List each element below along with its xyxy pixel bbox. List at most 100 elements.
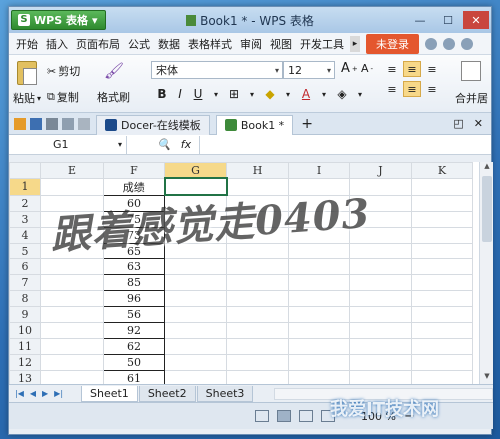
- grid-cell[interactable]: [288, 226, 350, 244]
- menu-insert[interactable]: 插入: [42, 36, 72, 52]
- row-header[interactable]: 6: [9, 258, 41, 276]
- maximize-button[interactable]: ☐: [435, 11, 461, 29]
- column-header[interactable]: E: [40, 162, 104, 179]
- horizontal-scrollbar[interactable]: [274, 387, 493, 400]
- grid-cell[interactable]: [164, 242, 227, 260]
- grid-cell[interactable]: [40, 290, 104, 308]
- grid-cell[interactable]: 75: [103, 210, 165, 228]
- page-layout-view-icon[interactable]: [299, 410, 313, 422]
- next-sheet-icon[interactable]: ▶: [42, 389, 48, 398]
- cut-button[interactable]: ✂ 剪切: [47, 63, 80, 79]
- grid-cell[interactable]: [288, 210, 350, 228]
- font-size-select[interactable]: 12 ▾: [283, 61, 335, 79]
- clear-format-icon[interactable]: ◈: [333, 85, 351, 103]
- grid-cell[interactable]: [411, 274, 473, 292]
- row-header[interactable]: 4: [9, 226, 41, 244]
- grid-cell[interactable]: [226, 210, 289, 228]
- menu-developer[interactable]: 开发工具: [296, 36, 348, 52]
- merge-center-button[interactable]: 合并居: [455, 90, 488, 106]
- reading-mode-icon[interactable]: [321, 410, 335, 422]
- column-header[interactable]: G: [164, 162, 227, 179]
- prev-sheet-icon[interactable]: ◀: [30, 389, 36, 398]
- format-painter-button[interactable]: 格式刷: [97, 89, 130, 105]
- sheet-tab-sheet2[interactable]: Sheet2: [138, 385, 196, 402]
- row-header[interactable]: 11: [9, 337, 41, 355]
- row-header[interactable]: 3: [9, 210, 41, 228]
- grid-cell[interactable]: [288, 290, 350, 308]
- row-header[interactable]: 7: [9, 274, 41, 292]
- grid-cell[interactable]: [40, 194, 104, 212]
- grid-cell[interactable]: 50: [103, 353, 165, 371]
- align-right-icon[interactable]: ≡: [423, 81, 441, 97]
- row-header[interactable]: 2: [9, 194, 41, 212]
- grid-cell[interactable]: [164, 306, 227, 324]
- formula-input[interactable]: [199, 135, 491, 154]
- save-icon[interactable]: [30, 117, 42, 130]
- grid-cell[interactable]: [40, 306, 104, 324]
- grid-cell[interactable]: [226, 306, 289, 324]
- first-sheet-icon[interactable]: |◀: [15, 389, 24, 398]
- grid-cell[interactable]: [164, 274, 227, 292]
- select-all-corner[interactable]: [9, 162, 41, 179]
- grid-cell[interactable]: [288, 242, 350, 260]
- grid-cell[interactable]: [40, 322, 104, 339]
- chevron-down-icon[interactable]: ▾: [279, 85, 297, 103]
- insert-function-button[interactable]: fx: [181, 138, 191, 151]
- grid-cell[interactable]: [288, 322, 350, 339]
- open-folder-icon[interactable]: [14, 117, 26, 130]
- sheet-tab-sheet1[interactable]: Sheet1: [81, 385, 138, 402]
- chevron-down-icon[interactable]: ▾: [315, 85, 333, 103]
- align-middle-icon[interactable]: ≡: [403, 61, 421, 77]
- grid-cell[interactable]: 63: [103, 258, 165, 276]
- grid-cell[interactable]: [411, 210, 473, 228]
- grid-cell[interactable]: [164, 353, 227, 371]
- grid-cell[interactable]: [288, 337, 350, 355]
- tab-list-icon[interactable]: ◰: [453, 117, 463, 130]
- grid-cell[interactable]: [164, 194, 227, 212]
- menu-home[interactable]: 开始: [12, 36, 42, 52]
- skin-icon[interactable]: [425, 37, 437, 50]
- grid-cell[interactable]: [164, 210, 227, 228]
- copy-button[interactable]: ⧉ 复制: [47, 89, 79, 105]
- scroll-up-icon[interactable]: ▲: [480, 162, 494, 174]
- menu-table-style[interactable]: 表格样式: [184, 36, 236, 52]
- close-all-icon[interactable]: ✕: [474, 117, 483, 130]
- grid-cell[interactable]: [349, 322, 412, 339]
- grid-cell[interactable]: 85: [103, 274, 165, 292]
- borders-icon[interactable]: ⊞: [225, 85, 243, 103]
- grid-cell[interactable]: [164, 369, 227, 384]
- underline-button[interactable]: U: [189, 85, 207, 103]
- tab-docer-templates[interactable]: Docer-在线模板: [96, 114, 210, 135]
- grid-cell[interactable]: [411, 177, 473, 196]
- grid-cell[interactable]: [40, 353, 104, 371]
- grid-cell[interactable]: [288, 353, 350, 371]
- grid-cell[interactable]: [349, 306, 412, 324]
- grid-cell[interactable]: [40, 337, 104, 355]
- row-header[interactable]: 12: [9, 353, 41, 371]
- grid-cell[interactable]: [226, 353, 289, 371]
- grid-cell[interactable]: 61: [103, 369, 165, 384]
- column-header[interactable]: J: [349, 162, 412, 179]
- grid-cell[interactable]: 65: [103, 242, 165, 260]
- menu-data[interactable]: 数据: [154, 36, 184, 52]
- bold-button[interactable]: B: [153, 85, 171, 103]
- column-header[interactable]: F: [103, 162, 165, 179]
- vertical-scrollbar[interactable]: ▲ ▼: [479, 162, 493, 384]
- scroll-down-icon[interactable]: ▼: [480, 372, 494, 384]
- zoom-icon[interactable]: 🔍: [157, 138, 171, 151]
- menu-view[interactable]: 视图: [266, 36, 296, 52]
- column-header[interactable]: H: [226, 162, 289, 179]
- align-left-icon[interactable]: ≡: [383, 81, 401, 97]
- tab-book1[interactable]: Book1 *: [215, 114, 294, 135]
- grid-cell[interactable]: [164, 258, 227, 276]
- grid-cell[interactable]: [349, 242, 412, 260]
- grid-cell[interactable]: [349, 337, 412, 355]
- settings-icon[interactable]: [443, 37, 455, 50]
- grid-cell[interactable]: [349, 226, 412, 244]
- new-tab-button[interactable]: +: [301, 116, 313, 132]
- row-header[interactable]: 9: [9, 306, 41, 324]
- row-header[interactable]: 10: [9, 322, 41, 339]
- grid-cell[interactable]: 73: [103, 226, 165, 244]
- row-header[interactable]: 5: [9, 242, 41, 260]
- grid-cell[interactable]: [349, 353, 412, 371]
